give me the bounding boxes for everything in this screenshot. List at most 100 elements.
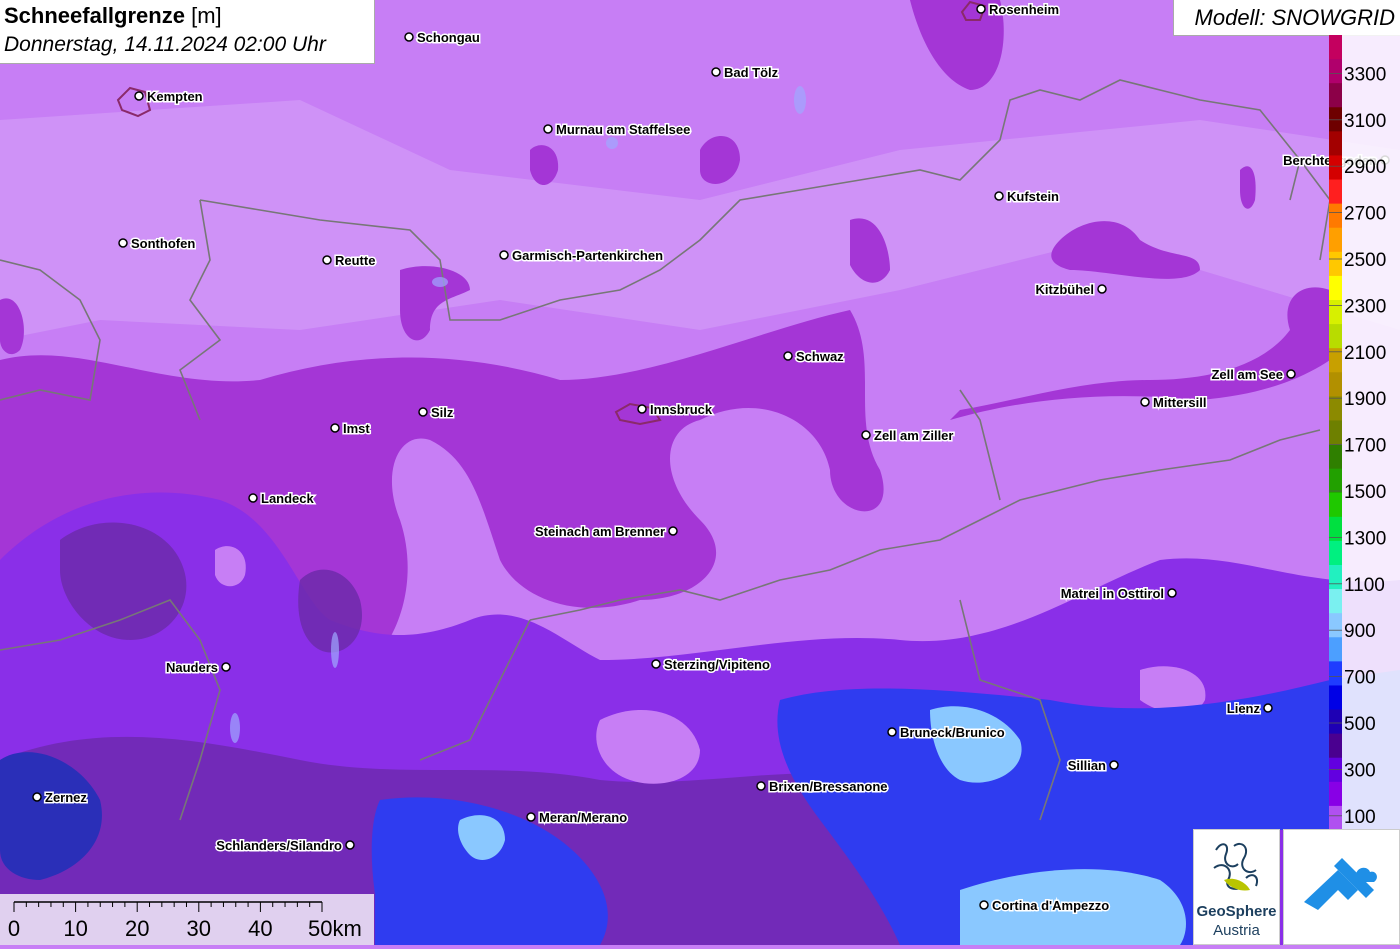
city-label: Kempten	[147, 89, 203, 104]
city-marker[interactable]: Schlanders/Silandro	[215, 837, 355, 855]
model-panel: Modell: SNOWGRID	[1173, 0, 1400, 36]
city-dot	[345, 840, 355, 850]
city-label: Mittersill	[1153, 395, 1206, 410]
legend-swatch	[1329, 733, 1342, 759]
city-label: Meran/Merano	[539, 810, 627, 825]
legend-swatch	[1329, 275, 1342, 301]
city-marker[interactable]: Murnau am Staffelsee	[543, 121, 692, 139]
city-label: Zell am See	[1211, 367, 1283, 382]
legend-swatch	[1329, 131, 1342, 156]
geosphere-name: GeoSphere	[1196, 903, 1277, 920]
legend-swatch	[1329, 637, 1342, 662]
legend-swatch	[1329, 300, 1342, 325]
legend-label: 2300	[1344, 296, 1386, 317]
map-title: Schneefallgrenze [m]	[4, 3, 222, 29]
city-marker[interactable]: Brixen/Bressanone	[756, 778, 889, 796]
city-marker[interactable]: Cortina d'Ampezzo	[979, 897, 1111, 915]
legend-swatch	[1329, 709, 1342, 735]
city-dot	[861, 430, 871, 440]
geosphere-emblem-icon	[1213, 842, 1258, 891]
legend-label: 500	[1344, 714, 1376, 735]
legend-swatch	[1329, 35, 1342, 60]
city-dot	[651, 659, 661, 669]
city-label: Silz	[431, 405, 454, 420]
city-label: Schlanders/Silandro	[216, 838, 342, 853]
city-label: Schwaz	[796, 349, 844, 364]
legend-swatch	[1329, 781, 1342, 807]
scale-bar: 0 10 20 30 40 50km	[0, 894, 374, 945]
city-marker[interactable]: Zell am See	[1210, 366, 1296, 384]
city-dot	[637, 404, 647, 414]
city-dot	[1263, 703, 1273, 713]
city-marker[interactable]: Garmisch-Partenkirchen	[499, 247, 665, 265]
city-dot	[543, 124, 553, 134]
city-label: Matrei in Osttirol	[1061, 586, 1164, 601]
city-marker[interactable]: Schongau	[404, 29, 481, 47]
legend-label: 300	[1344, 760, 1376, 781]
city-marker[interactable]: Matrei in Osttirol	[1059, 585, 1177, 603]
legend-swatch	[1329, 372, 1342, 397]
city-dot	[32, 792, 42, 802]
city-dot	[330, 423, 340, 433]
legend-label: 2700	[1344, 204, 1386, 225]
legend-swatch	[1329, 179, 1342, 205]
city-dot	[1140, 397, 1150, 407]
city-dot	[976, 4, 986, 14]
city-marker[interactable]: Zell am Ziller	[861, 427, 955, 445]
city-dot	[1286, 369, 1296, 379]
city-marker[interactable]: Bruneck/Brunico	[887, 724, 1006, 742]
title-panel: Schneefallgrenze [m] Donnerstag, 14.11.2…	[0, 0, 375, 64]
city-dot	[221, 662, 231, 672]
city-marker[interactable]: Meran/Merano	[526, 809, 629, 827]
city-dot	[404, 32, 414, 42]
legend-swatch	[1329, 83, 1342, 108]
legend-swatch	[1329, 540, 1342, 566]
city-dot	[1097, 284, 1107, 294]
scale-label: 30	[187, 916, 211, 941]
city-label: Reutte	[335, 253, 375, 268]
cloud-roof-icon	[1304, 858, 1377, 910]
city-dot	[1109, 760, 1119, 770]
city-dot	[979, 900, 989, 910]
title-unit: [m]	[191, 3, 222, 28]
city-marker[interactable]: Sonthofen	[118, 235, 197, 253]
city-marker[interactable]: Rosenheim	[976, 1, 1061, 19]
city-dot	[134, 91, 144, 101]
legend-swatch	[1329, 565, 1342, 590]
partner-logo[interactable]	[1283, 829, 1400, 945]
city-label: Brixen/Bressanone	[769, 779, 888, 794]
city-dot	[994, 191, 1004, 201]
scale-label: 50km	[308, 916, 362, 941]
city-label: Zernez	[45, 790, 87, 805]
city-marker[interactable]: Sterzing/Vipiteno	[651, 656, 771, 674]
city-label: Bruneck/Brunico	[900, 725, 1005, 740]
legend-label: 1500	[1344, 482, 1386, 503]
city-dot	[1167, 588, 1177, 598]
model-label: Modell: SNOWGRID	[1194, 5, 1395, 30]
city-marker[interactable]: Steinach am Brenner	[533, 523, 678, 541]
legend-label: 2900	[1344, 157, 1386, 178]
legend-swatch	[1329, 661, 1342, 686]
city-dot	[322, 255, 332, 265]
city-label: Sonthofen	[131, 236, 195, 251]
city-marker[interactable]: Innsbruck	[637, 401, 714, 419]
geosphere-logo[interactable]: GeoSphere Austria	[1193, 829, 1280, 945]
legend-label: 2500	[1344, 250, 1386, 271]
city-dot	[418, 407, 428, 417]
legend-label: 1300	[1344, 528, 1386, 549]
city-dot	[756, 781, 766, 791]
legend-label: 700	[1344, 668, 1376, 689]
city-label: Garmisch-Partenkirchen	[512, 248, 663, 263]
city-dot	[499, 250, 509, 260]
legend-label: 3100	[1344, 111, 1386, 132]
city-dot	[711, 67, 721, 77]
legend-label: 100	[1344, 807, 1376, 828]
map-datetime: Donnerstag, 14.11.2024 02:00 Uhr	[4, 33, 326, 56]
legend-swatch	[1329, 251, 1342, 277]
city-dot	[526, 812, 536, 822]
snowfall-map[interactable]: Rosenheim Schongau Kempten Bad Tölz Murnau a…	[0, 0, 1400, 945]
scale-label: 40	[248, 916, 272, 941]
city-label: Schongau	[417, 30, 480, 45]
city-label: Sillian	[1068, 758, 1106, 773]
city-label: Lienz	[1227, 701, 1261, 716]
